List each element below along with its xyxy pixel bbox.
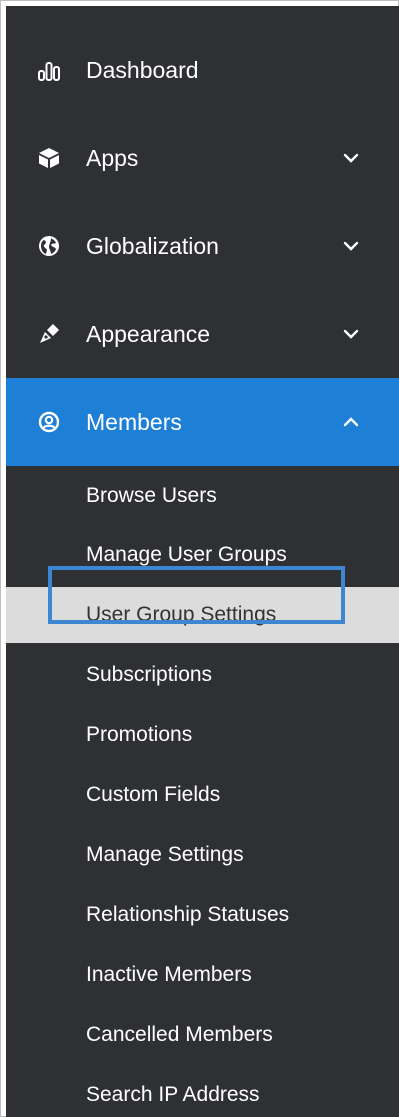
sidebar-item-label: Apps xyxy=(86,145,139,171)
submenu-item-label: Manage Settings xyxy=(86,843,244,866)
sidebar-item-label: Appearance xyxy=(86,321,211,347)
submenu-item-manage-user-groups[interactable]: Manage User Groups xyxy=(6,527,399,583)
sidebar-item-label: Members xyxy=(86,409,182,435)
sidebar-item-label: Dashboard xyxy=(86,57,199,83)
submenu-item-custom-fields[interactable]: Custom Fields xyxy=(6,767,399,823)
chevron-up-icon xyxy=(342,413,360,431)
chevron-down-icon xyxy=(342,149,360,167)
submenu-item-cancelled-members[interactable]: Cancelled Members xyxy=(6,1007,399,1063)
sidebar-item-globalization[interactable]: Globalization xyxy=(6,202,399,290)
sidebar-item-dashboard[interactable]: Dashboard xyxy=(6,26,399,114)
globe-icon xyxy=(38,235,60,257)
chevron-down-icon xyxy=(342,325,360,343)
admin-sidebar: Dashboard Apps Globalization Appearance … xyxy=(6,6,399,1117)
submenu-item-label: User Group Settings xyxy=(86,603,277,626)
submenu-item-label: Inactive Members xyxy=(86,963,252,986)
sidebar-item-apps[interactable]: Apps xyxy=(6,114,399,202)
submenu-item-search-ip-address[interactable]: Search IP Address xyxy=(6,1067,399,1117)
submenu-item-label: Promotions xyxy=(86,723,193,746)
submenu-item-label: Relationship Statuses xyxy=(86,903,290,926)
sidebar-item-appearance[interactable]: Appearance xyxy=(6,290,399,378)
submenu-item-label: Cancelled Members xyxy=(86,1023,273,1046)
submenu-item-label: Subscriptions xyxy=(86,663,213,686)
submenu-item-manage-settings[interactable]: Manage Settings xyxy=(6,827,399,883)
submenu-item-user-group-settings[interactable]: User Group Settings xyxy=(6,587,399,643)
submenu-item-relationship-statuses[interactable]: Relationship Statuses xyxy=(6,887,399,943)
cube-icon xyxy=(38,147,60,169)
submenu-item-label: Browse Users xyxy=(86,484,217,507)
submenu-item-label: Custom Fields xyxy=(86,783,221,806)
sidebar-item-label: Globalization xyxy=(86,233,219,259)
submenu-item-inactive-members[interactable]: Inactive Members xyxy=(6,947,399,1003)
sidebar-item-members[interactable]: Members xyxy=(6,378,399,466)
submenu-item-promotions[interactable]: Promotions xyxy=(6,707,399,763)
submenu-item-label: Manage User Groups xyxy=(86,543,287,566)
submenu-item-label: Search IP Address xyxy=(86,1083,260,1106)
user-circle-icon xyxy=(38,411,60,433)
submenu-item-browse-users[interactable]: Browse Users xyxy=(6,468,399,524)
submenu-item-subscriptions[interactable]: Subscriptions xyxy=(6,647,399,703)
chevron-down-icon xyxy=(342,237,360,255)
pen-icon xyxy=(38,323,60,345)
bar-chart-icon xyxy=(38,59,60,81)
